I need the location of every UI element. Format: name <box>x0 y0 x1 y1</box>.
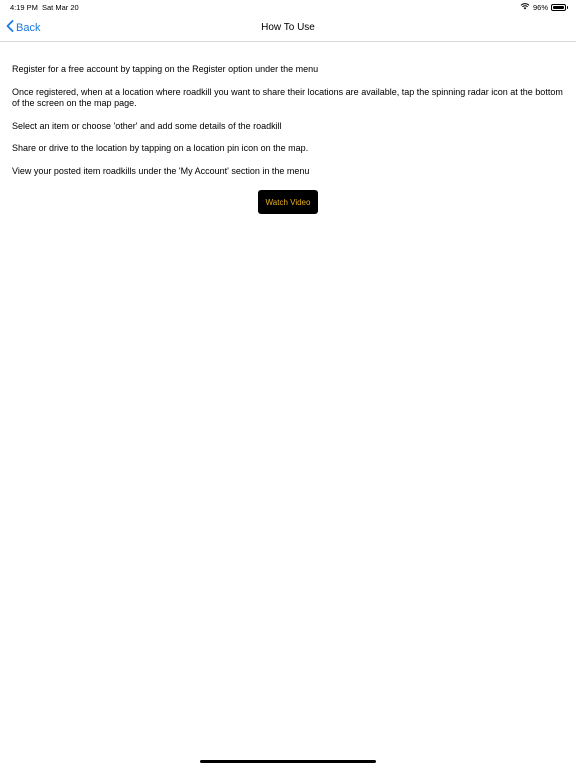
instruction-share-drive: Share or drive to the location by tappin… <box>12 143 309 153</box>
battery-percent: 96% <box>532 2 548 12</box>
status-bar: 4:19 PM Sat Mar 20 96% <box>0 0 576 14</box>
battery-fill <box>553 5 564 9</box>
instructions-content: Register for a free account by tapping o… <box>12 64 564 188</box>
navigation-bar: Back How To Use <box>0 14 576 42</box>
instruction-my-account: View your posted item roadkills under th… <box>12 165 310 176</box>
page-title: How To Use <box>261 22 315 33</box>
status-date: Sat Mar 20 <box>42 3 79 12</box>
status-time: 4:19 PM <box>10 3 38 12</box>
instruction-select-item: Select an item or choose 'other' and add… <box>12 120 282 131</box>
home-indicator[interactable] <box>200 760 376 763</box>
instruction-register: Register for a free account by tapping o… <box>12 64 319 74</box>
status-indicators: 96% <box>520 2 568 12</box>
battery-icon <box>551 3 568 11</box>
wifi-icon <box>520 2 530 12</box>
instruction-radar: Once registered, when at a location wher… <box>12 86 563 109</box>
watch-video-button[interactable]: Watch Video <box>258 190 318 214</box>
